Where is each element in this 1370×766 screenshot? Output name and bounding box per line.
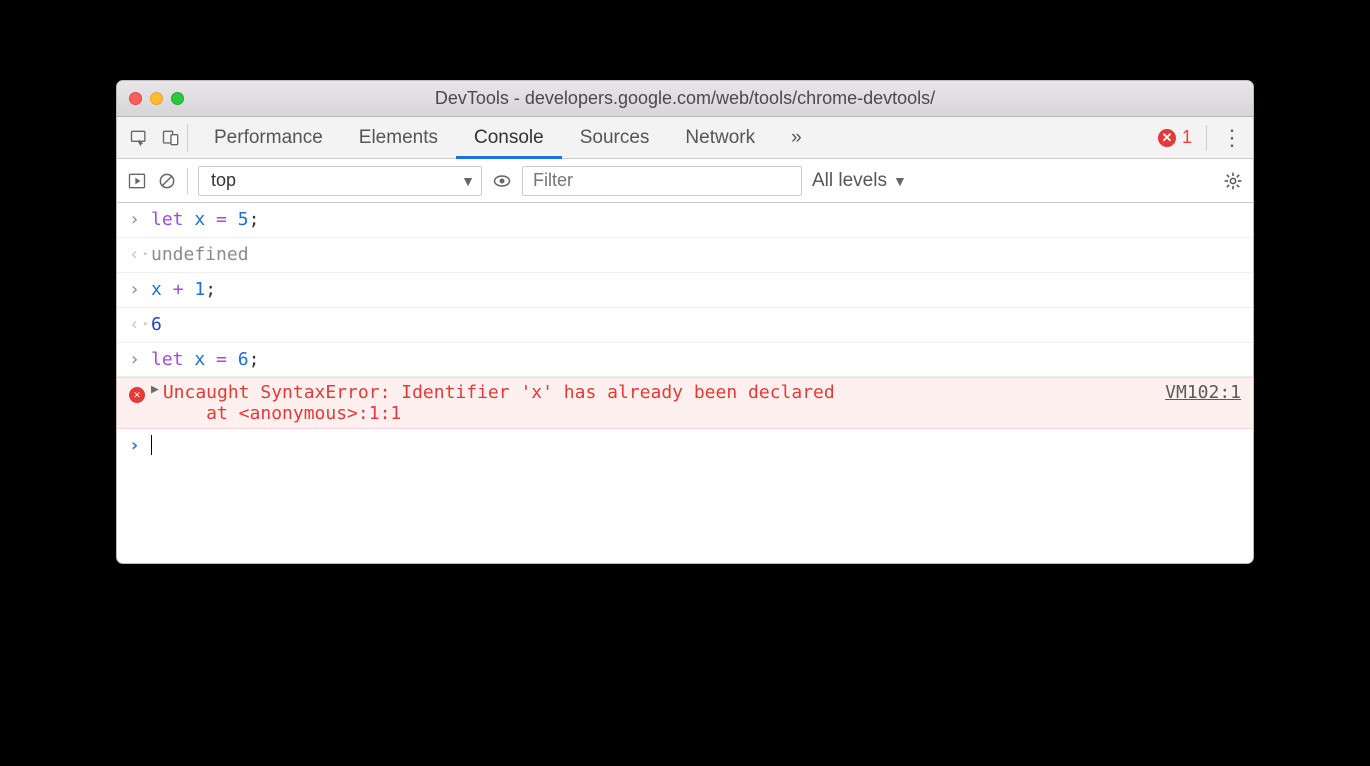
prompt-chevron-icon: ›: [129, 435, 151, 456]
minimize-window-button[interactable]: [150, 92, 163, 105]
expand-triangle-icon[interactable]: ▶: [151, 382, 159, 397]
console-output: ›let x = 5;‹·undefined›x + 1;‹·6›let x =…: [117, 203, 1253, 563]
error-count-value: 1: [1182, 127, 1192, 148]
console-input-code: let x = 6;: [151, 346, 259, 374]
input-chevron-icon: ›: [129, 279, 140, 300]
window-traffic-lights: [129, 92, 184, 105]
device-toggle-icon[interactable]: [161, 128, 181, 148]
live-expression-icon[interactable]: [492, 171, 512, 191]
levels-label: All levels: [812, 170, 887, 192]
menu-kebab-icon[interactable]: ⋮: [1221, 127, 1243, 149]
maximize-window-button[interactable]: [171, 92, 184, 105]
log-levels-select[interactable]: All levels ▼: [812, 170, 907, 192]
input-chevron-icon: ›: [129, 349, 140, 370]
tab-network[interactable]: Network: [667, 117, 773, 159]
console-output-value: undefined: [151, 241, 249, 269]
console-output-value: 6: [151, 311, 162, 339]
separator: [187, 168, 188, 194]
settings-gear-icon[interactable]: [1223, 171, 1243, 191]
error-icon: ✕: [1158, 129, 1176, 147]
output-chevron-icon: ‹·: [129, 314, 151, 335]
tab-performance[interactable]: Performance: [196, 117, 341, 159]
chevron-down-icon: ▼: [461, 173, 475, 189]
separator: [1206, 125, 1207, 151]
window-titlebar: DevTools - developers.google.com/web/too…: [117, 81, 1253, 117]
input-chevron-icon: ›: [129, 209, 140, 230]
toggle-sidebar-icon[interactable]: [127, 171, 147, 191]
inspect-icon[interactable]: [129, 128, 149, 148]
console-toolbar: top ▼ All levels ▼: [117, 159, 1253, 203]
console-output-row: ‹·6: [117, 308, 1253, 343]
text-caret: [151, 435, 152, 455]
filter-input[interactable]: [522, 166, 802, 196]
output-chevron-icon: ‹·: [129, 244, 151, 265]
error-icon: ✕: [129, 387, 145, 403]
error-source-link[interactable]: VM102:1: [1165, 382, 1241, 403]
clear-console-icon[interactable]: [157, 171, 177, 191]
console-error-row[interactable]: ✕ ▶ Uncaught SyntaxError: Identifier 'x'…: [117, 377, 1253, 429]
tab-sources[interactable]: Sources: [562, 117, 668, 159]
tabs-overflow[interactable]: »: [773, 117, 820, 159]
devtools-window: DevTools - developers.google.com/web/too…: [116, 80, 1254, 564]
context-value: top: [211, 170, 236, 191]
devtools-tabbar: PerformanceElementsConsoleSourcesNetwork…: [117, 117, 1253, 159]
console-input-code: x + 1;: [151, 276, 216, 304]
console-input-code: let x = 5;: [151, 206, 259, 234]
tab-elements[interactable]: Elements: [341, 117, 456, 159]
console-prompt-row[interactable]: ›: [117, 429, 1253, 470]
tab-console[interactable]: Console: [456, 117, 562, 159]
inspect-toolbar: [127, 124, 188, 152]
error-count-badge[interactable]: ✕ 1: [1158, 127, 1192, 148]
console-input-row: › x + 1;: [117, 273, 1253, 308]
chevron-down-icon: ▼: [893, 173, 907, 189]
window-title: DevTools - developers.google.com/web/too…: [117, 88, 1253, 109]
close-window-button[interactable]: [129, 92, 142, 105]
console-input-row: › let x = 6;: [117, 343, 1253, 378]
console-output-row: ‹·undefined: [117, 238, 1253, 273]
context-selector[interactable]: top ▼: [198, 166, 482, 196]
error-message: Uncaught SyntaxError: Identifier 'x' has…: [163, 382, 1153, 424]
console-input-row: › let x = 5;: [117, 203, 1253, 238]
